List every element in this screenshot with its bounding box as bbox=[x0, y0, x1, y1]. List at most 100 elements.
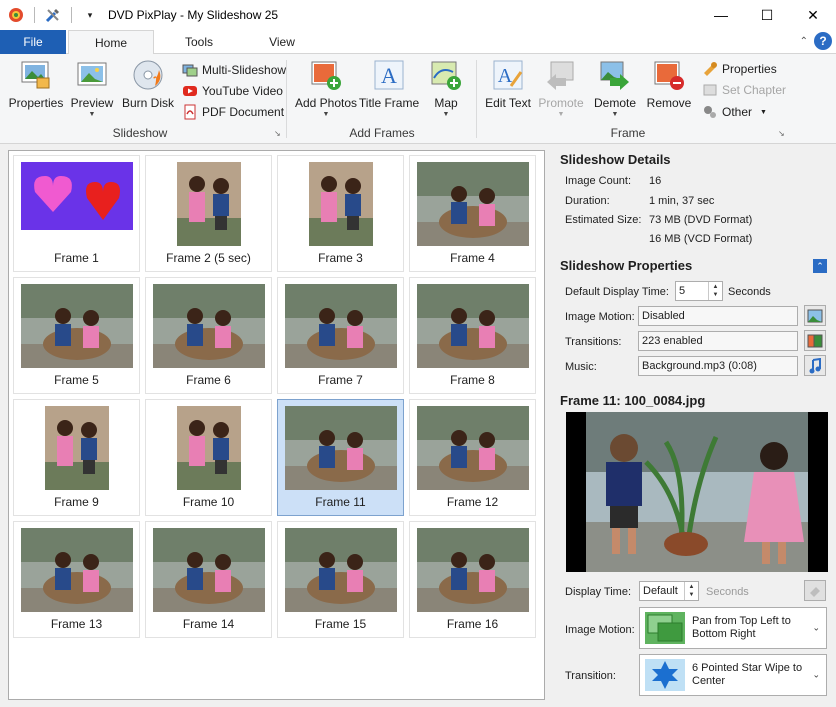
chevron-down-icon: ⌄ bbox=[812, 669, 820, 680]
maximize-button[interactable]: ☐ bbox=[744, 0, 790, 30]
ribbon-tabs: File Home Tools View ⌃ ? bbox=[0, 30, 836, 55]
burn-disk-button[interactable]: Burn Disk bbox=[122, 54, 174, 110]
image-motion-label: Image Motion: bbox=[565, 311, 635, 323]
frame-transition-dropdown[interactable]: 6 Pointed Star Wipe to Center ⌄ bbox=[639, 654, 827, 696]
frame-thumbnail[interactable]: Frame 7 bbox=[277, 277, 404, 394]
app-logo-icon[interactable] bbox=[6, 5, 26, 25]
frame-label: Frame 4 bbox=[450, 251, 495, 265]
frame-thumbnail[interactable]: Frame 2 (5 sec) bbox=[145, 155, 272, 272]
close-button[interactable]: ✕ bbox=[790, 0, 836, 30]
help-icon[interactable]: ? bbox=[814, 32, 832, 50]
pdf-document-button[interactable]: PDF Document bbox=[182, 104, 284, 120]
slideshow-properties-button[interactable]: Properties bbox=[8, 54, 64, 110]
frame-display-time-input[interactable]: Default ▲ ▼ bbox=[639, 581, 699, 601]
edit-text-icon: A bbox=[493, 60, 523, 90]
other-icon bbox=[704, 106, 716, 118]
frame-thumbnail[interactable]: Frame 8 bbox=[409, 277, 536, 394]
frame-transition-label: Transition: bbox=[565, 670, 616, 682]
chevron-down-icon: ▼ bbox=[442, 111, 450, 118]
dialog-launcher-icon[interactable]: ↘ bbox=[274, 129, 281, 138]
frame-thumbnail[interactable]: Frame 15 bbox=[277, 521, 404, 638]
promote-button[interactable]: Promote ▼ bbox=[536, 54, 586, 118]
frame-thumbnail-image bbox=[284, 528, 397, 615]
dialog-launcher-icon[interactable]: ↘ bbox=[778, 129, 785, 138]
chevron-down-icon: ▼ bbox=[611, 111, 619, 118]
image-motion-field[interactable]: Disabled bbox=[638, 306, 798, 326]
frame-thumbnail-image bbox=[284, 284, 397, 371]
tab-view[interactable]: View bbox=[244, 30, 320, 54]
frame-thumbnail-image bbox=[308, 162, 373, 249]
frame-heading: Frame 11: 100_0084.jpg bbox=[560, 393, 706, 408]
default-display-time-input[interactable]: 5 ▲ ▼ bbox=[675, 281, 723, 301]
frame-label: Frame 11 bbox=[315, 495, 366, 509]
frame-image-motion-label: Image Motion: bbox=[565, 624, 635, 636]
add-photos-button[interactable]: Add Photos ▼ bbox=[294, 54, 358, 118]
frame-properties-icon bbox=[704, 62, 717, 76]
pdf-icon bbox=[184, 104, 196, 120]
frame-label: Frame 10 bbox=[182, 495, 235, 509]
frame-thumbnail[interactable]: Frame 4 bbox=[409, 155, 536, 272]
demote-icon bbox=[600, 61, 629, 90]
frame-thumbnail[interactable]: Frame 10 bbox=[145, 399, 272, 516]
frame-thumbnail-image bbox=[176, 162, 241, 249]
image-motion-icon bbox=[807, 309, 823, 322]
slideshow-properties-icon bbox=[21, 61, 50, 89]
collapse-section-icon[interactable]: ⌃ bbox=[813, 259, 827, 273]
frame-grid: Frame 1 Frame 2 (5 sec) Frame 3 Frame 4 Fram… bbox=[8, 150, 545, 700]
tab-file[interactable]: File bbox=[0, 30, 66, 54]
tab-tools[interactable]: Tools bbox=[160, 30, 238, 54]
music-settings-button[interactable] bbox=[804, 355, 826, 376]
spinner-arrows-icon[interactable]: ▲ ▼ bbox=[684, 582, 698, 600]
frame-label: Frame 14 bbox=[182, 617, 235, 631]
transitions-field[interactable]: 223 enabled bbox=[638, 331, 798, 351]
customize-quick-access-icon[interactable]: ▾ bbox=[80, 5, 100, 25]
group-label-frame: Frame bbox=[610, 126, 646, 140]
title-frame-button[interactable]: A Title Frame bbox=[359, 54, 419, 110]
preview-button[interactable]: Preview ▼ bbox=[68, 54, 116, 118]
youtube-video-button[interactable]: YouTube Video bbox=[182, 83, 283, 99]
other-button[interactable]: Other ▼ bbox=[702, 104, 767, 120]
music-field[interactable]: Background.mp3 (0:08) bbox=[638, 356, 798, 376]
chapter-icon bbox=[703, 84, 717, 96]
frame-thumbnail[interactable]: Frame 16 bbox=[409, 521, 536, 638]
frame-image-motion-dropdown[interactable]: Pan from Top Left to Bottom Right ⌄ bbox=[639, 607, 827, 649]
separator bbox=[34, 7, 35, 23]
frame-label: Frame 12 bbox=[446, 495, 499, 509]
group-label-slideshow: Slideshow bbox=[112, 126, 168, 140]
tab-home[interactable]: Home bbox=[68, 30, 154, 55]
image-motion-settings-button[interactable] bbox=[804, 305, 826, 326]
star-wipe-icon bbox=[645, 659, 685, 691]
remove-button[interactable]: Remove bbox=[644, 54, 694, 110]
multi-slideshow-button[interactable]: Multi-Slideshow bbox=[182, 62, 286, 78]
frame-thumbnail[interactable]: Frame 11 bbox=[277, 399, 404, 516]
frame-thumbnail[interactable]: Frame 1 bbox=[13, 155, 140, 272]
collapse-ribbon-icon[interactable]: ⌃ bbox=[800, 36, 808, 47]
minimize-button[interactable]: — bbox=[698, 0, 744, 30]
edit-text-button[interactable]: A Edit Text bbox=[484, 54, 532, 110]
frame-properties-button[interactable]: Properties bbox=[702, 61, 777, 77]
chevron-down-icon: ▼ bbox=[557, 111, 565, 118]
youtube-icon bbox=[183, 86, 197, 96]
tools-icon[interactable] bbox=[43, 5, 63, 25]
eraser-icon bbox=[810, 586, 820, 597]
frame-thumbnail[interactable]: Frame 12 bbox=[409, 399, 536, 516]
frame-thumbnail[interactable]: Frame 13 bbox=[13, 521, 140, 638]
set-chapter-button[interactable]: Set Chapter bbox=[702, 82, 786, 98]
frame-thumbnail[interactable]: Frame 14 bbox=[145, 521, 272, 638]
eraser-button[interactable] bbox=[804, 580, 826, 601]
image-count-value: 16 bbox=[649, 175, 662, 187]
frame-label: Frame 13 bbox=[50, 617, 103, 631]
spinner-arrows-icon[interactable]: ▲ ▼ bbox=[708, 282, 722, 300]
image-count-label: Image Count: bbox=[565, 175, 632, 187]
transitions-settings-button[interactable] bbox=[804, 330, 826, 351]
map-button[interactable]: Map ▼ bbox=[424, 54, 468, 118]
svg-text:A: A bbox=[381, 63, 397, 88]
frame-thumbnail[interactable]: Frame 9 bbox=[13, 399, 140, 516]
frame-thumbnail[interactable]: Frame 5 bbox=[13, 277, 140, 394]
frame-thumbnail[interactable]: Frame 6 bbox=[145, 277, 272, 394]
chevron-down-icon: ▼ bbox=[760, 108, 767, 116]
frame-thumbnail-image bbox=[416, 528, 529, 615]
frame-thumbnail[interactable]: Frame 3 bbox=[277, 155, 404, 272]
duration-value: 1 min, 37 sec bbox=[649, 195, 715, 207]
demote-button[interactable]: Demote ▼ bbox=[590, 54, 640, 118]
